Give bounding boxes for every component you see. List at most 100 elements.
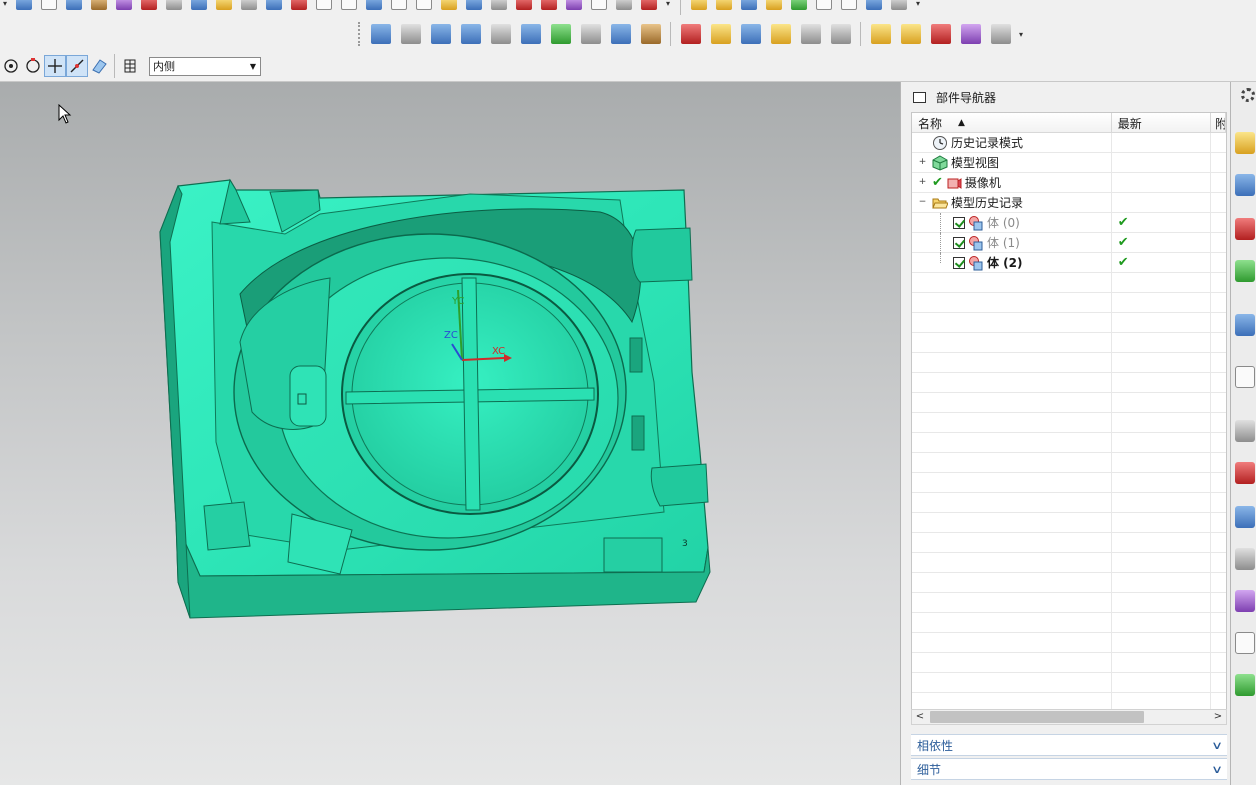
body-visibility-checkbox[interactable] [953,236,965,249]
details-panel-header[interactable]: 细节 ∨ [911,758,1227,780]
navigator-horizontal-scrollbar[interactable]: < > [911,709,1227,725]
toolbar-overflow-chevron-icon[interactable]: ▾ [0,0,10,8]
toolbar-button-red-cube[interactable] [676,20,705,48]
snap-quadrant-button[interactable] [22,55,44,77]
constraint-navigator-icon[interactable] [1235,174,1255,196]
toolbar-button-blue-square[interactable] [463,0,485,12]
toolbar-button-add-workpiece[interactable] [456,20,485,48]
toolbar-button-boolean[interactable] [288,0,310,12]
toolbar-button-axis[interactable] [488,0,510,12]
mold-model-render[interactable]: 3 XC YC ZC [0,82,900,785]
mold-wizard-navigator-icon[interactable] [1235,674,1255,696]
reuse-library-icon[interactable] [1235,260,1255,282]
tree-row-cameras[interactable]: + ✔ 摄像机 [912,173,1226,193]
toolbar-button-open-folder[interactable] [688,0,710,12]
toolbar-button-slide[interactable] [796,20,825,48]
snap-intersection-button[interactable] [44,55,66,77]
navigator-pin-icon[interactable] [913,91,926,103]
toolbar-row-chevron-icon[interactable]: ▾ [1016,30,1026,39]
roles-icon[interactable] [1235,548,1255,570]
toolbar-button-surface[interactable] [188,0,210,12]
scroll-track[interactable] [928,710,1210,724]
toolbar-button-shade[interactable] [888,0,910,12]
toolbar-button-pocket[interactable] [706,20,735,48]
toolbar-button-extrude[interactable] [63,0,85,12]
scroll-left-icon[interactable]: < [912,710,928,724]
column-header-extra[interactable]: 附 [1211,113,1226,133]
toolbar-button-shell[interactable] [113,0,135,12]
column-header-name[interactable]: 名称 ▲ [912,113,1112,133]
toolbar-button-trim-mold[interactable] [926,20,955,48]
toolbar-button-draft[interactable] [213,0,235,12]
dependencies-panel-header[interactable]: 相依性 ∨ [911,734,1227,756]
expand-plus-icon[interactable]: + [918,158,927,167]
process-studio-icon[interactable] [1235,506,1255,528]
toolbar-button-view-manager[interactable] [986,20,1015,48]
toolbar-button-insert[interactable] [866,20,895,48]
navigator-tree[interactable]: 名称 ▲ 最新 附 历史记录模式 + 模型视图 + ✔ 摄像机 − 模型历史记录… [911,112,1227,710]
toolbar-button-sketch[interactable] [13,0,35,12]
toolbar-button-import[interactable] [788,0,810,12]
toolbar-button-marker[interactable] [513,0,535,12]
toolbar-button-mirror[interactable] [263,0,285,12]
toolbar-button-export[interactable] [863,0,885,12]
part-navigator-icon[interactable] [1235,218,1255,240]
toolbar-button-cooling[interactable] [766,20,795,48]
toolbar-button-fill[interactable] [438,0,460,12]
column-header-latest[interactable]: 最新 [1112,113,1212,133]
body-visibility-checkbox[interactable] [953,216,965,229]
expand-plus-icon[interactable]: + [918,178,927,187]
toolbar-button-pattern[interactable] [363,0,385,12]
toolbar-button-revolve[interactable] [138,0,160,12]
toolbar-button-page[interactable] [38,0,60,12]
toolbar-button-help[interactable] [613,0,635,12]
toolbar-button-box[interactable] [636,20,665,48]
toolbar-button-region[interactable] [576,20,605,48]
toolbar-button-window[interactable] [813,0,835,12]
toolbar-button-open[interactable] [713,0,735,12]
toolbar-button-layout[interactable] [838,0,860,12]
toolbar-button-mold-init[interactable] [366,20,395,48]
toolbar-button-shrinkage[interactable] [426,20,455,48]
web-browser-icon[interactable] [1235,366,1255,388]
toolbar-button-clipboard[interactable] [763,0,785,12]
toolbar-button-offset[interactable] [238,0,260,12]
tree-row-history-mode[interactable]: 历史记录模式 [912,133,1226,153]
toolbar-button-save[interactable] [738,0,760,12]
toolbar-button-ejector[interactable] [826,20,855,48]
tree-row-body-0[interactable]: 体 (0) ✔ [912,213,1226,233]
snap-center-button[interactable] [0,55,22,77]
system-materials-icon[interactable] [1235,590,1255,612]
tree-row-body-1[interactable]: 体 (1) ✔ [912,233,1226,253]
toolbar-button-rectangle[interactable] [388,0,410,12]
toolbar-button-mold-csys[interactable] [396,20,425,48]
scroll-thumb[interactable] [930,711,1144,723]
toolbar-button-split[interactable] [338,0,360,12]
visualization-icon[interactable] [1235,462,1255,484]
body-visibility-checkbox[interactable] [953,256,965,269]
toolbar-button-inspect[interactable] [538,0,560,12]
toolbar-button-block[interactable] [88,0,110,12]
toolbar-button-remove-workpiece[interactable] [486,20,515,48]
toolbar-button-parting[interactable] [606,20,635,48]
toolbar-button-electrode[interactable] [896,20,925,48]
toolbar-button-check[interactable] [546,20,575,48]
tree-row-model-history[interactable]: − 模型历史记录 [912,193,1226,213]
snap-point-on-face-button[interactable] [88,55,110,77]
toolbar-button-display[interactable] [638,0,660,12]
info-broadcast-icon[interactable] [1235,314,1255,336]
toolbar-more-chevron-icon[interactable]: ▾ [913,0,923,8]
toolbar-button-cavity[interactable] [956,20,985,48]
assembly-navigator-icon[interactable] [1235,132,1255,154]
collapse-minus-icon[interactable]: − [918,198,927,207]
toolbar-button-stack[interactable] [736,20,765,48]
snap-filter-button[interactable] [119,55,141,77]
gear-icon[interactable] [1241,88,1255,102]
snap-point-on-curve-button[interactable] [66,55,88,77]
toolbar-button-filter[interactable] [563,0,585,12]
toolbar-button-circle[interactable] [588,0,610,12]
toolbar-button-trim[interactable] [313,0,335,12]
selection-scope-dropdown[interactable]: 内侧 ▼ [149,56,261,76]
visible-checkmark-icon[interactable]: ✔ [932,175,943,190]
tree-row-model-views[interactable]: + 模型视图 [912,153,1226,173]
